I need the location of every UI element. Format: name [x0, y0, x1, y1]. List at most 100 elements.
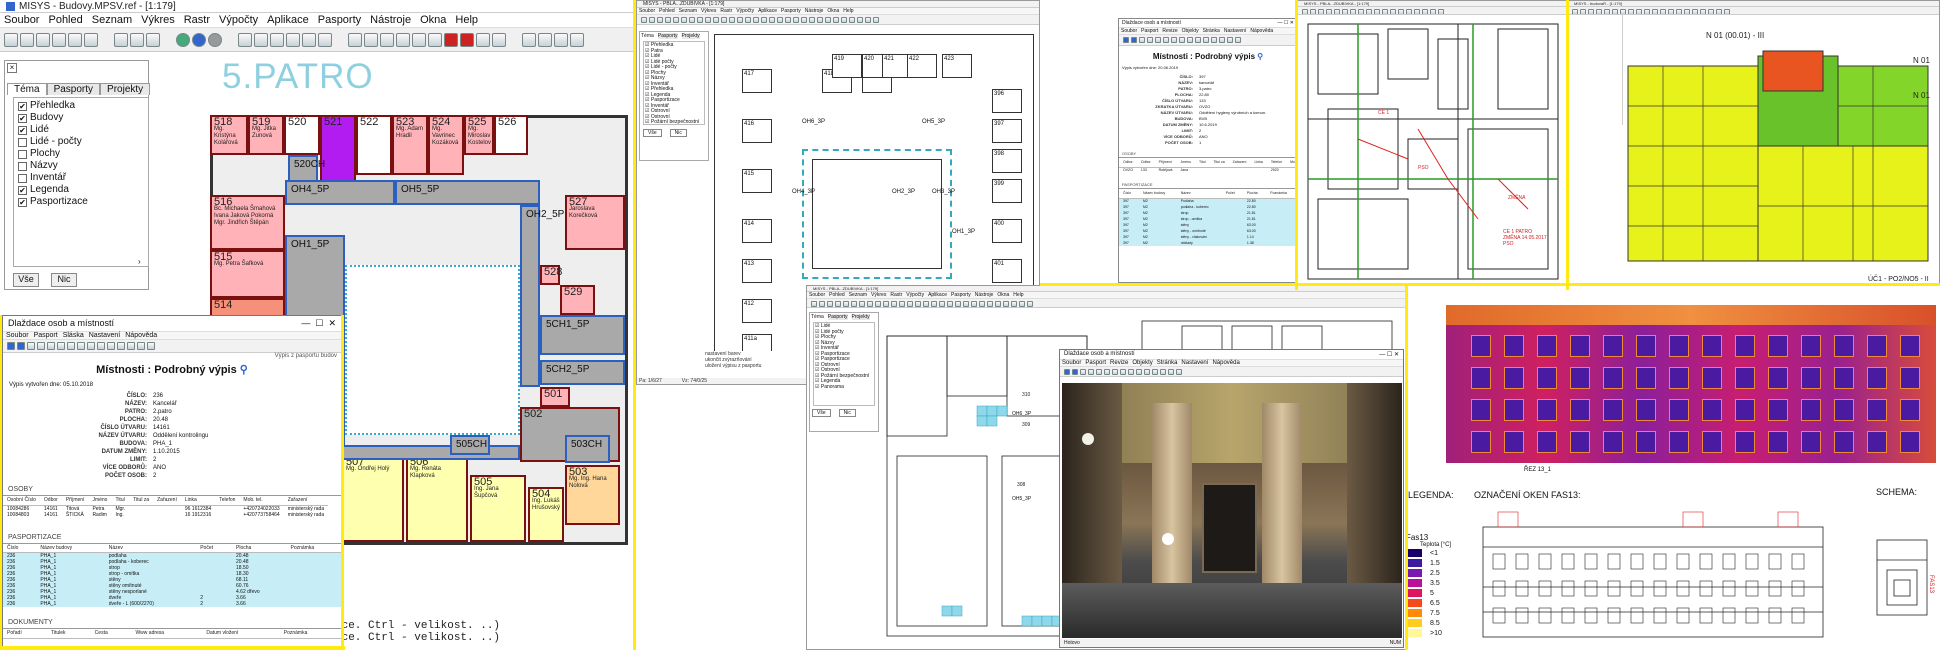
doc6-icon[interactable] [428, 32, 442, 47]
theme-checkbox[interactable]: ✔ [18, 113, 27, 123]
w4-menu-9[interactable]: Okna [997, 292, 1009, 298]
theme-checkbox[interactable]: ✔ [18, 101, 27, 111]
text-icon[interactable] [254, 32, 268, 47]
w4-menu-2[interactable]: Seznam [849, 292, 867, 298]
win4-all-button[interactable]: Vše [812, 409, 831, 417]
theme-checkbox[interactable]: ✔ [18, 125, 27, 135]
doc4-icon[interactable] [117, 342, 125, 350]
w4-tab-1[interactable]: Pasporty [827, 314, 848, 320]
mid-menu-3[interactable]: Výkres [701, 8, 716, 14]
mid-room-416[interactable]: 416 [742, 119, 772, 143]
mid-room-398[interactable]: 398 [992, 149, 1022, 173]
w4-menu-3[interactable]: Výkres [871, 292, 886, 298]
print-icon[interactable] [68, 32, 82, 47]
mid-menu-4[interactable]: Rastr [720, 8, 732, 14]
theme-checkbox[interactable] [18, 161, 27, 171]
main-menu-10[interactable]: Help [455, 14, 478, 26]
help-icon[interactable] [147, 342, 155, 350]
table-row[interactable]: 397 M2 obklady 1.38 [1119, 240, 1297, 246]
w4-menu-10[interactable]: Help [1013, 292, 1023, 298]
mid-menu-8[interactable]: Nástroje [805, 8, 824, 14]
room-519[interactable]: 519 Mg. Jitka Zunová [248, 115, 284, 155]
w4-tab-0[interactable]: Téma [811, 314, 824, 320]
forward-icon[interactable] [17, 342, 25, 350]
marker-icon[interactable] [460, 32, 474, 47]
doc-icon[interactable] [87, 342, 95, 350]
arc-icon[interactable] [554, 32, 568, 47]
globe-icon[interactable] [176, 32, 190, 47]
panorama-image[interactable] [1062, 383, 1402, 638]
room-503[interactable]: 503 Mg. Ing. Hana Nolová [565, 465, 620, 525]
w4-menu-0[interactable]: Soubor [809, 292, 825, 298]
room-528[interactable]: 528 [540, 265, 562, 285]
main-menu-5[interactable]: Výpočty [219, 14, 258, 26]
theme-item[interactable]: ✔ Lidé [18, 124, 144, 136]
theme-item[interactable]: Lidé - počty [18, 136, 144, 148]
search-icon[interactable] [318, 32, 332, 47]
room-526[interactable]: 526 [494, 115, 528, 155]
copy-icon[interactable] [67, 342, 75, 350]
doc-icon[interactable] [348, 32, 362, 47]
tools-icon[interactable] [492, 32, 506, 47]
doc6-icon[interactable] [137, 342, 145, 350]
corridor-505CH[interactable]: 505CH [450, 435, 490, 455]
select-all-button[interactable]: Vše [13, 273, 39, 287]
mid-room-413[interactable]: 413 [742, 259, 772, 283]
mid-room-415[interactable]: 415 [742, 169, 772, 193]
ph-menu-2[interactable]: Revize [1110, 360, 1128, 366]
edit-icon[interactable] [302, 32, 316, 47]
print-preview-icon[interactable] [114, 32, 128, 47]
main-menu-6[interactable]: Aplikace [267, 14, 309, 26]
mid-corridor-OH4_3P[interactable]: OH4_3P [792, 189, 815, 195]
mid-menu-10[interactable]: Help [843, 8, 853, 14]
theme-item[interactable]: Plochy [18, 148, 144, 160]
main-tab-0[interactable]: Téma [7, 83, 47, 95]
room-523[interactable]: 523 Mg. Adam Hradil [392, 115, 428, 175]
theme-checkbox[interactable] [18, 149, 27, 159]
theme-checkbox[interactable]: ✔ [18, 197, 27, 207]
theme-item[interactable]: Názvy [18, 160, 144, 172]
refresh-icon[interactable] [27, 342, 35, 350]
main-menu-9[interactable]: Okna [420, 14, 446, 26]
ph-menu-1[interactable]: Pasport [1085, 360, 1106, 366]
dlg2-menu-3[interactable]: Objekty [1182, 28, 1199, 34]
mid-room-414[interactable]: 414 [742, 219, 772, 243]
dlg-menu-1[interactable]: Pasport [34, 332, 58, 339]
mid-menu-2[interactable]: Seznam [679, 8, 697, 14]
mid-menu-7[interactable]: Pasporty [781, 8, 801, 14]
main-tab-1[interactable]: Pasporty [46, 83, 101, 95]
dlg2-menu-1[interactable]: Pasport [1141, 28, 1158, 34]
mid-tab-1[interactable]: Pasporty [657, 33, 678, 39]
doc2-icon[interactable] [364, 32, 378, 47]
mid-room-400[interactable]: 400 [992, 219, 1022, 243]
mid-room-397[interactable]: 397 [992, 119, 1022, 143]
home-icon[interactable] [37, 342, 45, 350]
dlg2-menu-0[interactable]: Soubor [1121, 28, 1137, 34]
main-menu-3[interactable]: Výkres [141, 14, 175, 26]
room-522[interactable]: 522 [356, 115, 392, 175]
back-icon[interactable] [7, 342, 15, 350]
w4-menu-7[interactable]: Pasporty [951, 292, 971, 298]
mid-room-422[interactable]: 422 [907, 54, 937, 78]
doc3-icon[interactable] [107, 342, 115, 350]
mid-all-button[interactable]: Vše [643, 129, 662, 137]
dlg-menu-2[interactable]: Sláska [63, 332, 84, 339]
mid-tab-0[interactable]: Téma [641, 33, 654, 39]
w4-menu-5[interactable]: Výpočty [906, 292, 924, 298]
dlg2-menu-6[interactable]: Nápověda [1250, 28, 1273, 34]
mid-menu-0[interactable]: Soubor [639, 8, 655, 14]
room-516[interactable]: 516 Bc. Michaela Šmahová Ivana Jaková Pok… [210, 195, 285, 250]
font-icon[interactable] [522, 32, 536, 47]
doc5-icon[interactable] [127, 342, 135, 350]
corridor-503CH[interactable]: 503CH [565, 435, 610, 463]
room-505[interactable]: 505 Ing. Jana Šupčová [470, 475, 526, 542]
theme-item[interactable]: ✔ Přehledka [18, 100, 144, 112]
window-controls[interactable]: — ☐ ✕ [301, 318, 336, 329]
table-row[interactable]: 236 PHA_1 dveře - L (600/2270) 2 3.66 [3, 601, 341, 607]
table-row[interactable]: OVZO 133 Rotějová Jana 2923 [1119, 167, 1297, 173]
save-icon[interactable] [57, 342, 65, 350]
mid-room-419[interactable]: 419 [832, 54, 862, 78]
layer-icon[interactable] [84, 32, 98, 47]
mid-none-button[interactable]: Nic [669, 129, 687, 137]
mid-theme-item[interactable]: ☑ Požární bezpečnostní [645, 119, 703, 126]
